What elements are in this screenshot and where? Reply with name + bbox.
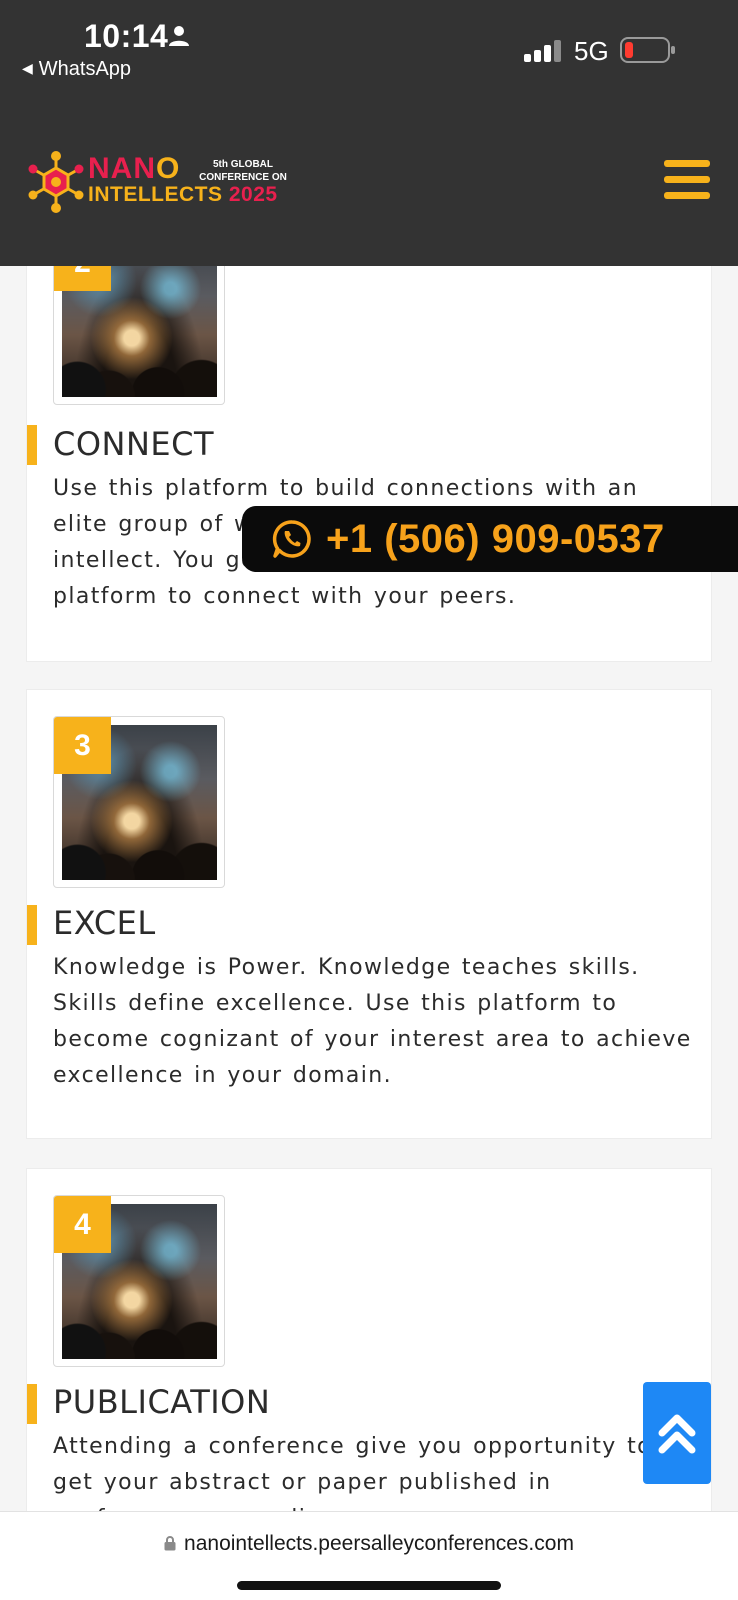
card-title: PUBLICATION <box>53 1383 271 1421</box>
logo-word-intellects: INTELLECTS 2025 <box>88 183 278 206</box>
heading-accent-bar <box>27 905 37 945</box>
browser-url-bar[interactable]: nanointellects.peersalleyconferences.com <box>0 1511 738 1600</box>
card-number-badge: 4 <box>54 1196 111 1253</box>
back-app-label: WhatsApp <box>38 58 132 80</box>
battery-icon <box>620 37 676 67</box>
person-icon <box>168 25 190 51</box>
logo-tagline: 5th GLOBAL CONFERENCE ON <box>199 159 287 183</box>
lock-icon <box>164 1536 176 1551</box>
status-time: 10:14 <box>84 18 169 54</box>
site-header: 10:14 ◀ WhatsApp 5G NANO 5th GLOBAL CONF… <box>0 0 738 266</box>
hamburger-icon <box>664 160 710 167</box>
double-chevron-up-icon <box>658 1414 696 1454</box>
whatsapp-icon <box>272 520 311 558</box>
whatsapp-phone-button[interactable]: +1 (506) 909-0537 <box>242 506 738 572</box>
url-display[interactable]: nanointellects.peersalleyconferences.com <box>0 1532 738 1556</box>
logo-word-nano: NANO <box>88 152 181 185</box>
card-description: Knowledge is Power. Knowledge teaches sk… <box>53 955 692 1088</box>
site-logo[interactable]: NANO 5th GLOBAL CONFERENCE ON INTELLECTS… <box>28 150 288 214</box>
scroll-to-top-button[interactable] <box>643 1382 711 1484</box>
network-label: 5G <box>574 36 609 66</box>
feature-card-excel: 3 EXCEL Knowledge is Power. Knowledge te… <box>26 689 712 1139</box>
phone-number: +1 (506) 909-0537 <box>326 516 665 561</box>
heading-accent-bar <box>27 425 37 465</box>
heading-accent-bar <box>27 1384 37 1424</box>
card-number-badge: 3 <box>54 717 111 774</box>
back-triangle-icon: ◀ <box>22 60 33 76</box>
molecule-logo-icon <box>28 151 84 213</box>
card-image: 4 <box>53 1195 225 1367</box>
home-indicator[interactable] <box>237 1581 501 1590</box>
back-to-app-link[interactable]: ◀ WhatsApp <box>22 58 131 81</box>
url-text: nanointellects.peersalleyconferences.com <box>184 1532 574 1555</box>
hamburger-menu-button[interactable] <box>664 160 712 204</box>
feature-card-connect: 2 CONNECT Use this platform to build con… <box>26 200 712 662</box>
card-title: EXCEL <box>53 904 156 942</box>
card-image: 3 <box>53 716 225 888</box>
logo-year: 2025 <box>228 183 278 206</box>
card-title: CONNECT <box>53 425 215 463</box>
signal-icon <box>524 40 562 66</box>
